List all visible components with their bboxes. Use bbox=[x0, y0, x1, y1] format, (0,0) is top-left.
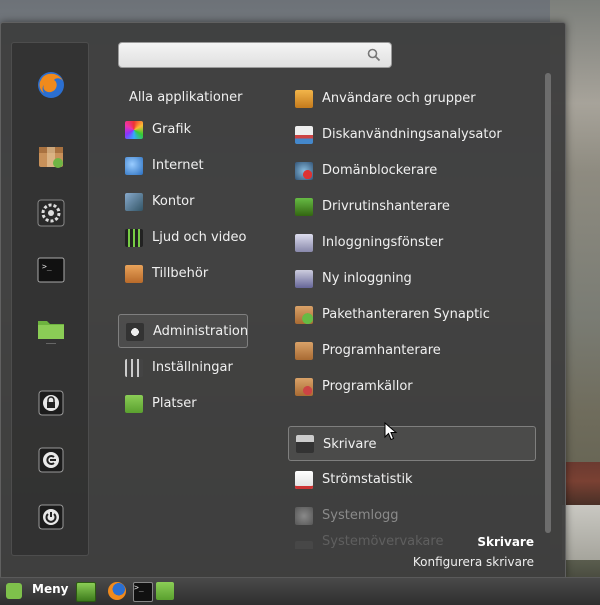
firefox-icon[interactable] bbox=[36, 70, 66, 100]
terminal-icon[interactable]: >_ bbox=[36, 255, 66, 285]
internet-icon bbox=[125, 157, 143, 175]
graphics-icon bbox=[125, 121, 143, 139]
disk-usage-icon bbox=[295, 126, 313, 144]
category-settings[interactable]: Inställningar bbox=[118, 353, 248, 383]
app-label: Skrivare bbox=[323, 437, 377, 452]
selected-app-description: Konfigurera skrivare bbox=[412, 555, 534, 569]
login-window-icon bbox=[295, 234, 313, 252]
app-label: Drivrutinshanterare bbox=[322, 199, 450, 214]
driver-manager-icon bbox=[295, 198, 313, 216]
app-label: Systemlogg bbox=[322, 508, 399, 523]
power-statistics-icon bbox=[295, 471, 313, 489]
category-label: Tillbehör bbox=[152, 266, 209, 281]
administration-icon bbox=[126, 323, 144, 341]
category-internet[interactable]: Internet bbox=[118, 151, 248, 181]
logout-icon[interactable] bbox=[36, 445, 66, 475]
app-disk-usage[interactable]: Diskanvändningsanalysator bbox=[288, 120, 536, 150]
app-printers[interactable]: Skrivare bbox=[288, 426, 536, 461]
domain-blocker-icon bbox=[295, 162, 313, 180]
category-graphics[interactable]: Grafik bbox=[118, 115, 248, 145]
svg-text:>_: >_ bbox=[42, 262, 52, 271]
application-menu: >_ Alla applikationer Grafik Internet Ko… bbox=[0, 22, 566, 579]
app-new-login[interactable]: Ny inloggning bbox=[288, 264, 536, 294]
app-label: Strömstatistik bbox=[322, 472, 413, 487]
category-office[interactable]: Kontor bbox=[118, 187, 248, 217]
search-field[interactable] bbox=[118, 42, 392, 68]
new-login-icon bbox=[295, 270, 313, 288]
home-folder-icon[interactable] bbox=[36, 313, 66, 343]
multimedia-icon bbox=[125, 229, 143, 247]
software-manager-icon[interactable] bbox=[36, 141, 66, 171]
shutdown-icon[interactable] bbox=[36, 502, 66, 532]
app-label: Systemövervakare bbox=[322, 535, 444, 549]
menu-button-label: Meny bbox=[32, 582, 69, 596]
search-icon bbox=[367, 48, 381, 62]
places-folder-icon bbox=[125, 395, 143, 413]
system-log-icon bbox=[295, 507, 313, 525]
lock-screen-icon[interactable] bbox=[36, 388, 66, 418]
app-label: Programkällor bbox=[322, 379, 413, 394]
category-places[interactable]: Platser bbox=[118, 389, 248, 419]
system-monitor-icon bbox=[295, 541, 313, 549]
menu-button[interactable]: Meny bbox=[2, 581, 68, 602]
wallpaper-cabin bbox=[562, 462, 600, 510]
firefox-icon[interactable] bbox=[108, 582, 126, 600]
app-software-manager[interactable]: Programhanterare bbox=[288, 336, 536, 366]
all-applications-category[interactable]: Alla applikationer bbox=[129, 88, 242, 108]
users-groups-icon bbox=[295, 90, 313, 108]
settings-icon bbox=[125, 359, 143, 377]
taskbar: Meny >_ bbox=[0, 577, 600, 605]
app-synaptic[interactable]: Pakethanteraren Synaptic bbox=[288, 300, 536, 330]
category-label: Inställningar bbox=[152, 360, 233, 375]
category-label: Grafik bbox=[152, 122, 192, 137]
favorites-bar: >_ bbox=[11, 42, 89, 556]
app-power-statistics[interactable]: Strömstatistik bbox=[288, 465, 536, 495]
synaptic-icon bbox=[295, 306, 313, 324]
app-driver-manager[interactable]: Drivrutinshanterare bbox=[288, 192, 536, 222]
app-label: Programhanterare bbox=[322, 343, 441, 358]
app-label: Användare och grupper bbox=[322, 91, 476, 106]
app-label: Inloggningsfönster bbox=[322, 235, 444, 250]
search-input[interactable] bbox=[125, 46, 369, 66]
app-domain-blocker[interactable]: Domänblockerare bbox=[288, 156, 536, 186]
mint-logo-icon bbox=[6, 583, 22, 599]
folder-icon[interactable] bbox=[156, 582, 174, 600]
category-label: Internet bbox=[152, 158, 204, 173]
selected-app-title: Skrivare bbox=[477, 535, 534, 549]
category-administration[interactable]: Administration bbox=[118, 314, 248, 348]
show-desktop-icon[interactable] bbox=[76, 582, 96, 602]
app-system-log[interactable]: Systemlogg bbox=[288, 501, 536, 531]
system-settings-icon[interactable] bbox=[36, 198, 66, 228]
app-login-window[interactable]: Inloggningsfönster bbox=[288, 228, 536, 258]
software-sources-icon bbox=[295, 378, 313, 396]
app-label: Diskanvändningsanalysator bbox=[322, 127, 502, 142]
printer-icon bbox=[296, 435, 314, 453]
app-users-groups[interactable]: Användare och grupper bbox=[288, 84, 536, 114]
category-sound-video[interactable]: Ljud och video bbox=[118, 223, 248, 253]
category-accessories[interactable]: Tillbehör bbox=[118, 259, 248, 289]
apps-scrollbar-thumb[interactable] bbox=[545, 73, 551, 533]
category-label: Ljud och video bbox=[152, 230, 247, 245]
app-label: Pakethanteraren Synaptic bbox=[322, 307, 490, 322]
category-label: Platser bbox=[152, 396, 197, 411]
app-label: Domänblockerare bbox=[322, 163, 438, 178]
app-label: Ny inloggning bbox=[322, 271, 412, 286]
app-software-sources[interactable]: Programkällor bbox=[288, 372, 536, 402]
terminal-icon[interactable]: >_ bbox=[133, 582, 153, 602]
category-label: Administration bbox=[153, 324, 249, 339]
accessories-icon bbox=[125, 265, 143, 283]
mouse-cursor-icon bbox=[384, 422, 398, 441]
office-icon bbox=[125, 193, 143, 211]
software-manager-icon bbox=[295, 342, 313, 360]
favorites-separator bbox=[46, 343, 56, 344]
category-label: Kontor bbox=[152, 194, 195, 209]
